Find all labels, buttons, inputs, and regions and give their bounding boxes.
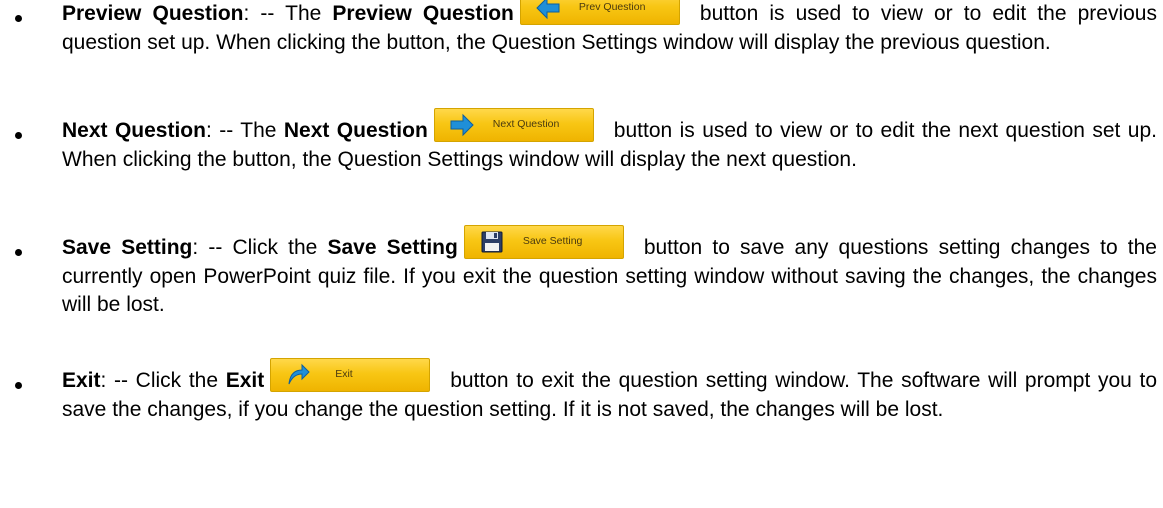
bullet-icon xyxy=(15,249,22,256)
arrow-right-icon xyxy=(450,114,474,137)
term-inline: Save Setting xyxy=(327,236,458,259)
next-question-button-label: Next Question xyxy=(492,118,560,131)
term-heading: Exit xyxy=(62,369,101,392)
bullet-icon xyxy=(15,15,22,22)
bullet-icon xyxy=(15,382,22,389)
paragraph-exit: Exit: -- Click the Exit Exit button to exi… xyxy=(62,358,1157,424)
prev-question-button-label: Prev Question xyxy=(578,1,646,14)
floppy-disk-icon xyxy=(481,231,503,253)
term-intro: : -- Click the xyxy=(192,236,328,259)
term-heading: Save Setting xyxy=(62,236,193,259)
term-inline: Preview Question xyxy=(332,2,514,25)
bullet-icon xyxy=(15,132,22,139)
prev-question-button[interactable]: Prev Question xyxy=(519,0,680,26)
term-intro: : -- Click the xyxy=(100,369,226,392)
paragraph-save-setting: Save Setting: -- Click the Save Setting S… xyxy=(62,225,1157,320)
term-heading: Preview Question xyxy=(62,2,244,25)
exit-button-label: Exit xyxy=(335,368,353,381)
term-inline: Exit xyxy=(225,369,265,392)
paragraph-preview-question: Preview Question: -- The Preview Questio… xyxy=(62,0,1157,57)
term-intro: : -- The xyxy=(205,119,284,142)
paragraph-next-question: Next Question: -- The Next Question Next … xyxy=(62,108,1157,174)
term-intro: : -- The xyxy=(243,2,333,25)
term-heading: Next Question xyxy=(62,119,206,142)
save-setting-button-label: Save Setting xyxy=(522,235,583,248)
exit-button[interactable]: Exit xyxy=(270,358,431,393)
arrow-left-icon xyxy=(536,0,560,20)
next-question-button[interactable]: Next Question xyxy=(433,108,594,143)
save-setting-button[interactable]: Save Setting xyxy=(463,225,624,260)
curved-arrow-icon xyxy=(288,364,310,385)
document-page: Preview Question: -- The Preview Questio… xyxy=(0,0,1163,508)
term-inline: Next Question xyxy=(283,119,428,142)
